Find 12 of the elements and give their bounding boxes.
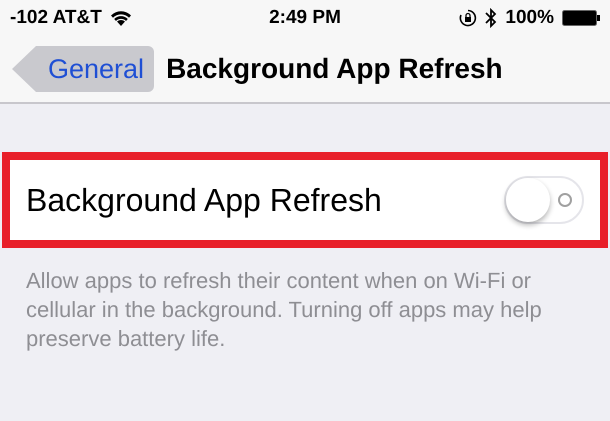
battery-icon [562,10,600,26]
wifi-icon [110,10,132,26]
toggle-switch[interactable] [504,176,584,224]
rotation-lock-icon [459,9,478,27]
footer-description: Allow apps to refresh their content when on Wi-Fi or cellular in the background. Turning off apps may help preserve battery life. [26,267,543,353]
nav-title: Background App Refresh [166,53,503,85]
battery-percent: 100% [505,7,554,29]
back-button[interactable]: General [12,46,154,92]
carrier-signal: -102 AT&T [10,7,102,29]
bluetooth-icon [485,8,498,28]
setting-label: Background App Refresh [26,182,383,218]
status-time: 2:49 PM [269,7,341,29]
